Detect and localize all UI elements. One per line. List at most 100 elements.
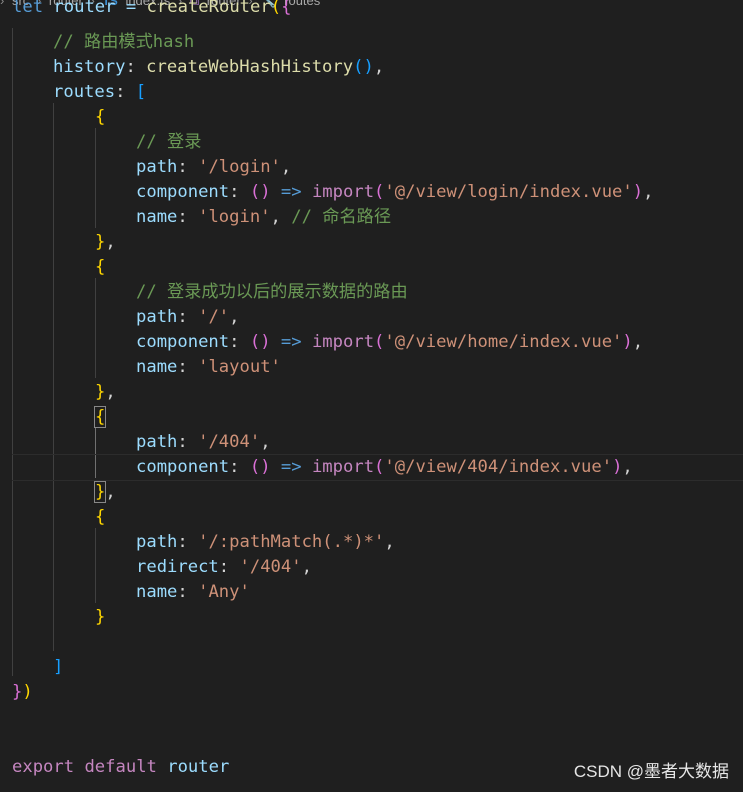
comment-token: // 命名路径 (291, 207, 392, 227)
string-token: 'layout' (198, 357, 281, 377)
indent-guide (12, 28, 13, 676)
property-token: component (136, 332, 230, 352)
punctuation-token: : (229, 182, 250, 202)
bracket-token-matched: } (93, 481, 107, 503)
punctuation-token: : (177, 207, 199, 227)
punctuation-token: : (177, 357, 199, 377)
keyword-token: import (311, 457, 375, 477)
code-line: component: () => import('@/view/login/in… (136, 180, 653, 205)
punctuation-token: : (177, 432, 199, 452)
code-line: path: '/', (136, 305, 240, 330)
indent-guide (95, 278, 96, 378)
property-token: routes (53, 82, 116, 102)
property-token: redirect (136, 557, 219, 577)
code-line: { (95, 255, 105, 280)
code-line: routes: [ (53, 80, 146, 105)
bracket-token: () (249, 332, 271, 352)
keyword-token: export (12, 757, 75, 777)
code-line: path: '/login', (136, 155, 291, 180)
bracket-token: () (249, 457, 271, 477)
comment-token: // 路由模式hash (53, 32, 195, 52)
code-line: }, (95, 380, 116, 405)
code-line: // 登录成功以后的展示数据的路由 (136, 280, 408, 305)
string-token: '/404' (198, 432, 261, 452)
bracket-token: ( (374, 332, 385, 352)
code-line: } (95, 605, 105, 630)
bracket-token: ( (270, 0, 282, 17)
punctuation-token: , (229, 307, 240, 327)
punctuation-token: , (373, 57, 385, 77)
string-token: '/404' (239, 557, 302, 577)
code-line: history: createWebHashHistory(), (53, 55, 384, 80)
punctuation-token: : (177, 157, 199, 177)
bracket-token: { (281, 0, 292, 17)
string-token: 'Any' (198, 582, 250, 602)
punctuation-token: , (270, 207, 292, 227)
bracket-token: ] (53, 657, 64, 677)
bracket-token: } (95, 382, 106, 402)
property-token: path (136, 432, 178, 452)
code-line: path: '/:pathMatch(.*)*', (136, 530, 395, 555)
punctuation-token: : (125, 57, 147, 77)
punctuation-token: , (622, 457, 633, 477)
bracket-token: { (95, 107, 106, 127)
property-token: component (136, 182, 230, 202)
string-token: '/login' (198, 157, 281, 177)
punctuation-token: : (229, 457, 250, 477)
arrow-token: => (270, 332, 312, 352)
keyword-token: import (311, 182, 375, 202)
function-token: createWebHashHistory (146, 57, 354, 77)
watermark: CSDN @墨者大数据 (573, 762, 729, 781)
code-line: export default router (12, 755, 229, 780)
string-token: 'login' (198, 207, 271, 227)
bracket-token: ) (22, 682, 33, 702)
code-line: redirect: '/404', (136, 555, 312, 580)
bracket-token: () (249, 182, 271, 202)
punctuation-token: , (105, 382, 116, 402)
punctuation-token: : (115, 82, 136, 102)
string-token: '/' (198, 307, 230, 327)
property-token: component (136, 457, 230, 477)
property-token: path (136, 307, 178, 327)
punctuation-token: , (260, 432, 271, 452)
identifier-token: router = (43, 0, 147, 17)
keyword-token: default (84, 757, 157, 777)
punctuation-token: , (280, 157, 292, 177)
bracket-token: ( (374, 182, 385, 202)
property-token: path (136, 157, 178, 177)
punctuation-token: , (384, 532, 395, 552)
arrow-token: => (270, 457, 312, 477)
chevron-right-icon: › (0, 0, 5, 8)
comment-token: // 登录成功以后的展示数据的路由 (136, 282, 408, 302)
keyword-token: import (311, 332, 375, 352)
code-line: component: () => import('@/view/404/inde… (136, 455, 633, 480)
bracket-token: } (12, 682, 23, 702)
code-line: // 登录 (136, 130, 201, 155)
bracket-token: } (95, 607, 106, 627)
indent-guide (95, 528, 96, 603)
property-token: history (53, 57, 126, 77)
string-token: '@/view/404/index.vue' (384, 457, 613, 477)
identifier-token: router (156, 757, 230, 777)
comment-token: // 登录 (136, 132, 202, 152)
punctuation-token: , (105, 482, 116, 502)
code-line: name: 'layout' (136, 355, 281, 380)
property-token: name (136, 357, 178, 377)
punctuation-token: , (643, 182, 654, 202)
indent-guide (53, 103, 54, 651)
bracket-token: } (95, 232, 106, 252)
bracket-token: { (95, 507, 106, 527)
code-line: }) (12, 680, 33, 705)
bracket-token: [ (135, 82, 147, 102)
punctuation-token: : (177, 582, 199, 602)
bracket-token-matched: { (93, 406, 107, 428)
property-token: name (136, 207, 178, 227)
property-token: name (136, 582, 178, 602)
punctuation-token: : (177, 532, 199, 552)
string-token: '/:pathMatch(.*)*' (198, 532, 385, 552)
code-line: { (95, 105, 105, 130)
code-line: ] (53, 655, 63, 680)
code-line: name: 'Any' (136, 580, 250, 605)
arrow-token: => (270, 182, 312, 202)
